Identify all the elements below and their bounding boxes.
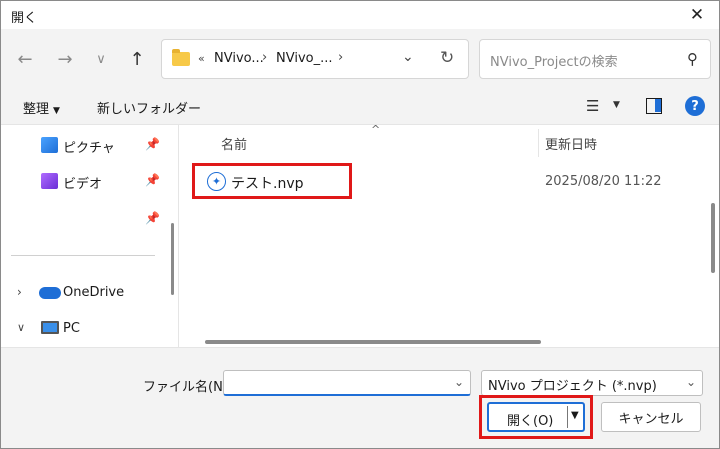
chevron-down-icon[interactable]: ⌄ <box>402 49 414 65</box>
file-type-value: NVivo プロジェクト (*.nvp) <box>488 379 657 394</box>
pc-icon <box>41 321 59 334</box>
search-input[interactable]: NVivo_Projectの検索 <box>490 51 618 70</box>
search-icon[interactable]: ⚲ <box>687 50 698 68</box>
sidebar-item-onedrive[interactable]: › OneDrive <box>1 279 161 307</box>
close-button[interactable]: ✕ <box>675 1 719 29</box>
dialog-footer: ファイル名(N): ⌄ NVivo プロジェクト (*.nvp) ⌄ 開く(O)… <box>1 347 719 448</box>
navigation-pane: ピクチャ 📌 ビデオ 📌 📌 › OneDrive ∨ PC <box>1 125 179 347</box>
organize-label: 整理 <box>23 102 50 117</box>
caret-down-icon[interactable]: ▼ <box>613 100 620 110</box>
recent-locations-button[interactable]: ∨ <box>87 47 115 71</box>
sidebar-item-pinned[interactable]: 📌 <box>1 205 161 233</box>
file-list: ^ 名前 更新日時 ✦ テスト.nvp 2025/08/20 11:22 <box>181 123 719 347</box>
open-dialog: 開く ✕ ← → ∨ ↑ « NVivo... › NVivo_... › ⌄ … <box>0 0 720 449</box>
breadcrumb-separator-icon[interactable]: › <box>338 50 343 65</box>
column-separator[interactable] <box>538 129 539 157</box>
sidebar-item-label: OneDrive <box>63 285 125 300</box>
back-button[interactable]: ← <box>11 47 39 71</box>
pin-icon[interactable]: 📌 <box>145 173 160 187</box>
title-bar: 開く ✕ <box>1 1 719 29</box>
refresh-icon[interactable]: ↻ <box>440 48 454 68</box>
videos-icon <box>41 173 58 189</box>
view-options-icon[interactable]: ☰ <box>586 97 599 115</box>
highlight-box <box>479 395 593 439</box>
breadcrumb-separator-icon: › <box>262 50 268 65</box>
sidebar-divider <box>11 255 155 256</box>
file-modified: 2025/08/20 11:22 <box>545 174 662 189</box>
column-header-name[interactable]: 名前 <box>221 134 247 153</box>
address-bar[interactable]: « NVivo... › NVivo_... › ⌄ ↻ <box>161 39 469 79</box>
sidebar-item-label: PC <box>63 321 80 336</box>
horizontal-scrollbar[interactable] <box>205 340 541 344</box>
breadcrumb-nvivo-sub[interactable]: NVivo_... <box>276 51 333 66</box>
chevron-down-icon[interactable]: ⌄ <box>454 375 464 389</box>
sidebar-item-pc[interactable]: ∨ PC <box>1 315 161 343</box>
pin-icon[interactable]: 📌 <box>145 211 160 225</box>
pictures-icon <box>41 137 58 153</box>
preview-pane-icon[interactable] <box>646 98 662 114</box>
filename-field[interactable]: ⌄ <box>223 370 471 396</box>
pin-icon[interactable]: 📌 <box>145 137 160 151</box>
new-folder-button[interactable]: 新しいフォルダー <box>97 98 201 117</box>
help-icon[interactable]: ? <box>685 96 705 116</box>
sidebar-item-pictures[interactable]: ピクチャ 📌 <box>1 131 161 159</box>
navigation-bar: ← → ∨ ↑ « NVivo... › NVivo_... › ⌄ ↻ NVi… <box>1 29 719 89</box>
sidebar-item-label: ピクチャ <box>63 141 115 156</box>
sidebar-scrollbar[interactable] <box>171 223 174 295</box>
window-title: 開く <box>11 11 38 26</box>
vertical-scrollbar[interactable] <box>711 203 715 273</box>
filename-label: ファイル名(N): <box>143 380 233 395</box>
sidebar-item-videos[interactable]: ビデオ 📌 <box>1 167 161 195</box>
cancel-button[interactable]: キャンセル <box>601 402 701 432</box>
chevron-right-icon[interactable]: › <box>17 285 22 299</box>
command-bar: 整理 ▼ 新しいフォルダー ☰ ▼ ? <box>1 89 719 125</box>
sort-ascending-icon: ^ <box>371 123 381 136</box>
file-type-select[interactable]: NVivo プロジェクト (*.nvp) ⌄ <box>481 370 703 396</box>
organize-button[interactable]: 整理 ▼ <box>23 98 60 117</box>
up-button[interactable]: ↑ <box>123 47 151 71</box>
caret-down-icon: ▼ <box>53 106 60 116</box>
onedrive-icon <box>39 287 61 299</box>
sidebar-item-label: ビデオ <box>63 177 103 192</box>
highlight-box <box>192 163 352 199</box>
column-header-modified[interactable]: 更新日時 <box>545 134 597 153</box>
chevron-down-icon[interactable]: ∨ <box>17 321 25 334</box>
chevron-down-icon[interactable]: ⌄ <box>686 375 696 389</box>
forward-button[interactable]: → <box>51 47 79 71</box>
search-box[interactable]: NVivo_Projectの検索 ⚲ <box>479 39 711 79</box>
breadcrumb-nvivo[interactable]: NVivo... <box>214 51 264 66</box>
folder-icon <box>172 49 190 66</box>
overflow-chevron-icon[interactable]: « <box>198 52 205 65</box>
